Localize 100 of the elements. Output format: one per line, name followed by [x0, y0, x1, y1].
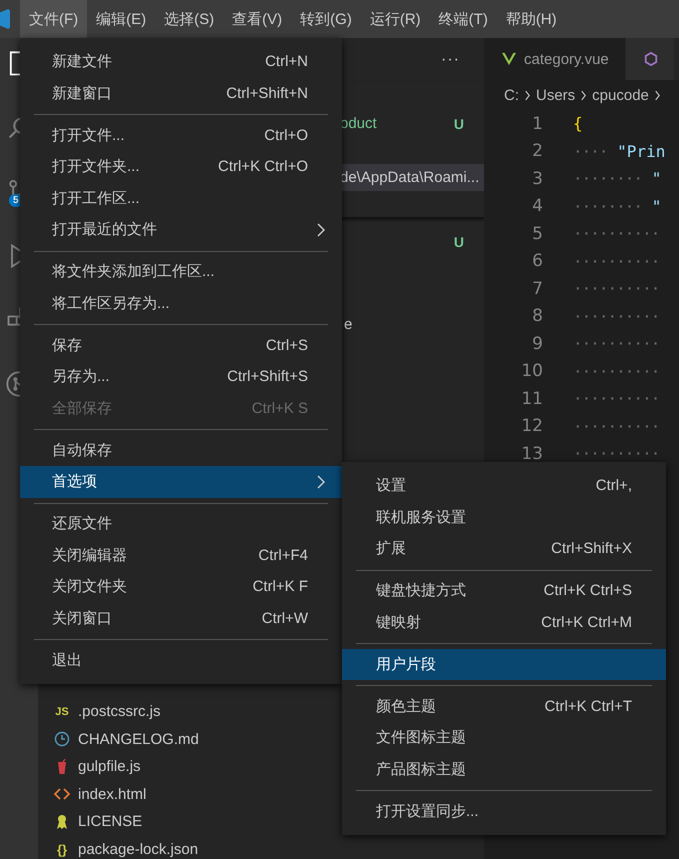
menu-item-label: 扩展 — [376, 539, 407, 558]
menu-item-label: 自动保存 — [52, 440, 113, 460]
chevron-right-icon — [580, 90, 588, 100]
breadcrumb-item[interactable]: Users — [536, 86, 576, 104]
whitespace-dots: ···· — [573, 142, 608, 161]
menu-item[interactable]: 产品图标主题 — [342, 754, 666, 785]
status-letter: U — [454, 116, 464, 132]
menu-item[interactable]: 打开文件... Ctrl+O — [20, 120, 342, 151]
menu-item[interactable]: 用户片段 — [342, 648, 666, 680]
menu-item[interactable]: 还原文件 — [20, 508, 342, 540]
menu-item[interactable]: 键盘快捷方式 Ctrl+K Ctrl+S — [342, 575, 666, 606]
menu-item[interactable]: 关闭编辑器 Ctrl+F4 — [20, 540, 342, 571]
menu-item[interactable]: 关闭窗口 Ctrl+W — [20, 602, 342, 634]
menu-item[interactable]: 将工作区另存为... — [20, 288, 342, 319]
more-actions-button[interactable]: ··· — [441, 51, 460, 69]
whitespace-dots: ·········· — [573, 306, 660, 326]
line-number: 13 — [520, 444, 543, 464]
breadcrumb-item[interactable]: C: — [504, 86, 519, 104]
menu-item[interactable]: 新建窗口 Ctrl+Shift+N — [20, 78, 342, 109]
shortcut-label: Ctrl+Shift+N — [226, 84, 308, 102]
code-text: { — [573, 114, 583, 134]
menu-item-label: 打开文件... — [52, 126, 126, 145]
menu-item-label: 新建窗口 — [52, 84, 113, 103]
line-number: 7 — [531, 278, 543, 299]
line-number: 3 — [531, 168, 543, 189]
chevron-right-icon — [654, 90, 661, 100]
menu-item[interactable]: 设置 Ctrl+, — [342, 470, 666, 502]
menu-item[interactable]: 打开最近的文件 — [20, 214, 342, 246]
menu-item[interactable]: 自动保存 — [20, 434, 342, 466]
file-name: package-lock.json — [78, 840, 198, 858]
menu-bar-item[interactable]: 转到(G) — [291, 0, 361, 38]
menu-bar-item[interactable]: 运行(R) — [360, 0, 430, 38]
menu-item[interactable]: 联机服务设置 — [342, 502, 666, 533]
shortcut-label: Ctrl+K Ctrl+S — [544, 582, 632, 600]
menu-item[interactable]: 键映射 Ctrl+K Ctrl+M — [342, 606, 666, 638]
menu-item[interactable]: 将文件夹添加到工作区... — [20, 256, 342, 288]
menu-item[interactable]: 新建文件 Ctrl+N — [20, 46, 342, 78]
whitespace-dots: ·········· — [573, 389, 660, 408]
menu-item[interactable]: 另存为... Ctrl+Shift+S — [20, 361, 342, 392]
line-number: 4 — [531, 196, 543, 216]
menu-item[interactable]: 关闭文件夹 Ctrl+K F — [20, 571, 342, 602]
shortcut-label: Ctrl+K F — [252, 578, 308, 596]
menu-item[interactable]: 打开工作区... — [20, 182, 342, 214]
menu-bar-item[interactable]: 文件(F) — [20, 0, 88, 38]
menu-item-label: 联机服务设置 — [376, 508, 467, 527]
whitespace-dots: ·········· — [573, 444, 660, 464]
menu-bar-item[interactable]: 帮助(H) — [496, 0, 566, 38]
menu-item[interactable]: 打开文件夹... Ctrl+K Ctrl+O — [20, 151, 342, 182]
menu-bar-item[interactable]: 终端(T) — [430, 0, 497, 38]
shortcut-label: Ctrl+K Ctrl+M — [541, 614, 632, 631]
menu-item-label: 保存 — [52, 336, 83, 355]
vue-icon — [502, 52, 516, 66]
clock-icon — [54, 731, 70, 748]
braces-icon: {} — [54, 841, 70, 858]
menu-item-label: 键映射 — [376, 612, 422, 632]
line-number: 9 — [531, 334, 543, 354]
ribbon-icon — [54, 814, 70, 830]
menu-item-label: 另存为... — [52, 367, 111, 386]
menu-item-label: 退出 — [52, 650, 83, 670]
file-name: index.html — [78, 786, 146, 803]
line-number: 5 — [531, 224, 543, 244]
editor-tab[interactable]: category.vue — [484, 38, 626, 80]
file-name: LICENSE — [78, 813, 142, 830]
menu-item-label: 新建文件 — [52, 52, 113, 72]
line-number: 2 — [531, 141, 543, 162]
menu-item-label: 设置 — [376, 476, 407, 496]
chevron-right-icon — [316, 474, 326, 489]
menu-item-label: 颜色主题 — [376, 696, 437, 716]
code-text: "Prin — [617, 142, 666, 161]
status-letter: U — [454, 234, 464, 250]
breadcrumb-item[interactable]: cpucode — [592, 86, 649, 104]
shortcut-label: Ctrl+Shift+X — [551, 540, 632, 558]
shortcut-label: Ctrl+K Ctrl+O — [218, 158, 308, 176]
menu-item[interactable]: 首选项 — [20, 466, 342, 498]
menu-item-label: 关闭文件夹 — [52, 577, 128, 596]
file-name: .postcssrc.js — [78, 703, 161, 720]
menu-item-label: 用户片段 — [376, 654, 437, 674]
menu-item-label: 打开最近的文件 — [52, 220, 158, 240]
file-name: gulpfile.js — [78, 758, 141, 776]
code-text: " — [652, 169, 662, 188]
menu-item[interactable]: 颜色主题 Ctrl+K Ctrl+T — [342, 690, 666, 722]
menu-item[interactable]: 打开设置同步... — [342, 796, 666, 827]
menu-bar-item[interactable]: 选择(S) — [155, 0, 224, 38]
whitespace-dots: ·········· — [573, 279, 660, 298]
menu-item[interactable]: 文件图标主题 — [342, 722, 666, 754]
menu-bar-item[interactable]: 编辑(E) — [87, 0, 156, 38]
file-name: e — [344, 316, 352, 333]
menu-item-label: 将工作区另存为... — [52, 294, 171, 313]
menu-item[interactable]: 保存 Ctrl+S — [20, 330, 342, 361]
menu-item[interactable]: 扩展 Ctrl+Shift+X — [342, 533, 666, 564]
shortcut-label: Ctrl+K S — [252, 400, 308, 417]
shortcut-label: Ctrl+N — [265, 53, 308, 70]
menu-bar-item[interactable]: 查看(V) — [223, 0, 292, 38]
file-item[interactable]: {} package-lock.json — [38, 836, 484, 859]
shortcut-label: Ctrl+Shift+S — [227, 368, 308, 386]
menu-item[interactable]: 退出 — [20, 644, 342, 676]
menu-item-label: 关闭窗口 — [52, 608, 113, 628]
whitespace-dots: ·········· — [573, 224, 660, 244]
whitespace-dots: ·········· — [573, 416, 660, 436]
editor-tab[interactable] — [626, 38, 675, 80]
